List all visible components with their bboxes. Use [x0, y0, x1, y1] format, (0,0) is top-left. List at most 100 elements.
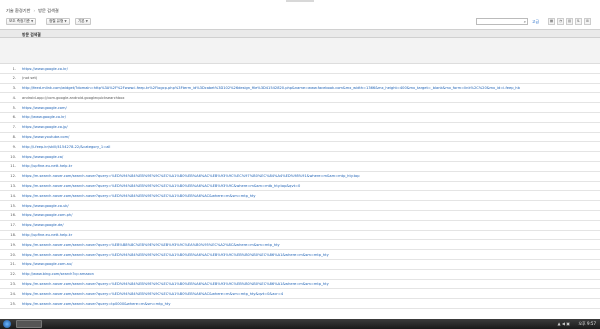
- row-number: 2.: [12, 76, 16, 81]
- pie-view-icon[interactable]: ◔: [557, 18, 564, 25]
- table-row[interactable]: 6. http://www.google.co.kr/: [0, 113, 600, 123]
- column-header-referral[interactable]: 방문 검색결: [22, 32, 41, 38]
- referral-url-link[interactable]: https://www.google.co.kr/: [22, 67, 68, 71]
- system-tray-icons[interactable]: ▲ ◀ ▣: [558, 321, 570, 327]
- chevron-down-icon: ▼: [64, 19, 67, 23]
- table-row[interactable]: 21. https://www.google.com.au/: [0, 260, 600, 270]
- table-row[interactable]: 3. http://feed.mlink.com/widget/?domain=h…: [0, 84, 600, 94]
- table-row[interactable]: 19. https://m.search.naver.com/search.nav…: [0, 240, 600, 251]
- referral-url-link[interactable]: https://www.google.ca/: [22, 155, 63, 159]
- row-number: 23.: [10, 282, 16, 287]
- referral-url-link[interactable]: https://m.search.naver.com/search.naver?…: [22, 302, 170, 306]
- breadcrumb-part-2: 방문 검색결: [38, 8, 59, 13]
- table-row[interactable]: 14. https://m.search.naver.com/search.nav…: [0, 191, 600, 202]
- referral-url-link[interactable]: http://upfine.eu.nett-help.kr: [22, 233, 72, 237]
- row-number: 17.: [10, 223, 16, 228]
- window-top-strip: [0, 0, 600, 6]
- table-row[interactable]: 20. https://m.search.naver.com/search.nav…: [0, 250, 600, 260]
- referral-url-link[interactable]: http://feed.mlink.com/widget/?domain=htt…: [22, 86, 520, 90]
- referral-url-link[interactable]: android-app://com.google.android.googleq…: [22, 96, 124, 100]
- referral-url-link[interactable]: https://m.search.naver.com/search.naver?…: [22, 174, 360, 178]
- referral-url-link[interactable]: https://m.search.naver.com/search.naver?…: [22, 243, 280, 247]
- referral-url-link[interactable]: https://m.search.naver.com/search.naver?…: [22, 282, 329, 286]
- referral-url-link[interactable]: https://m.search.naver.com/search.naver?…: [22, 194, 256, 198]
- table-row[interactable]: 16. https://www.google.com.ph/: [0, 211, 600, 221]
- row-number: 14.: [10, 193, 16, 198]
- clock[interactable]: 오후 9:57: [578, 320, 596, 328]
- table-row[interactable]: 15. https://www.google.co.uk/: [0, 201, 600, 211]
- table-row[interactable]: 12. https://m.search.naver.com/search.nav…: [0, 172, 600, 182]
- referral-url-link[interactable]: https://www.youtube.com/: [22, 135, 69, 139]
- summary-row: [0, 38, 600, 64]
- table-row[interactable]: 17. https://www.google.de/: [0, 221, 600, 231]
- row-number: 20.: [10, 252, 16, 257]
- table-view-icon[interactable]: ▦: [548, 18, 555, 25]
- referral-url-link[interactable]: http://www.google.co.kr/: [22, 115, 66, 119]
- row-number: 4.: [12, 95, 16, 100]
- secondary-dimension-label: 보조 측정기준: [9, 19, 30, 23]
- row-number: 12.: [10, 174, 16, 179]
- row-number: 6.: [12, 115, 16, 120]
- row-number: 8.: [12, 135, 16, 140]
- table-body: 1. https://www.google.co.kr/2. (not set) 3.…: [0, 64, 600, 309]
- table-row[interactable]: 9. http://i-feep.kr/skill/4154278-22/&cat…: [0, 142, 600, 153]
- pivot-view-icon[interactable]: ⊞: [584, 18, 591, 25]
- row-number: 24.: [10, 291, 16, 296]
- row-number: 10.: [10, 154, 16, 159]
- referral-url-link[interactable]: https://m.search.naver.com/search.naver?…: [22, 184, 300, 188]
- row-number: 25.: [10, 301, 16, 306]
- table-row[interactable]: 11. http://upfine.eu.nett-help.kr: [0, 162, 600, 172]
- table-row[interactable]: 8. https://www.youtube.com/: [0, 133, 600, 143]
- breadcrumb-part-1[interactable]: 기술 환경기반: [6, 8, 30, 14]
- default-sort-button[interactable]: 기본▼: [75, 18, 91, 25]
- table-row[interactable]: 5. https://www.google.com/: [0, 103, 600, 113]
- referral-url-link[interactable]: https://www.google.com.au/: [22, 262, 72, 266]
- breadcrumb-separator: ›: [33, 8, 36, 13]
- row-number: 3.: [12, 86, 16, 91]
- search-input[interactable]: ⌕: [476, 18, 528, 25]
- referral-url-link[interactable]: https://www.google.co.jp/: [22, 125, 68, 129]
- referral-url-link[interactable]: https://www.google.de/: [22, 223, 64, 227]
- table-row[interactable]: 25. https://m.search.naver.com/search.nav…: [0, 299, 600, 309]
- table-row[interactable]: 23. https://m.search.naver.com/search.nav…: [0, 280, 600, 290]
- table-row[interactable]: 10. https://www.google.ca/: [0, 152, 600, 162]
- taskbar-app-browser[interactable]: [16, 320, 42, 328]
- start-button-icon[interactable]: [3, 320, 11, 328]
- search-icon[interactable]: ⌕: [524, 19, 526, 24]
- window-tab[interactable]: [286, 0, 314, 2]
- referral-url-link[interactable]: (not set): [22, 76, 37, 80]
- table-row[interactable]: 13. https://m.search.naver.com/search.nav…: [0, 182, 600, 192]
- table-row[interactable]: 24. https://m.search.naver.com/search.nav…: [0, 289, 600, 300]
- table-row[interactable]: 18. http://upfine.eu.nett-help.kr: [0, 231, 600, 241]
- table-header: 방문 검색결: [0, 29, 600, 38]
- table-row[interactable]: 2. (not set): [0, 74, 600, 84]
- referral-url-link[interactable]: https://www.google.com/: [22, 106, 67, 110]
- row-number: 21.: [10, 262, 16, 267]
- bar-view-icon[interactable]: ▥: [566, 18, 573, 25]
- row-number: 22.: [10, 272, 16, 277]
- referral-url-link[interactable]: http://upfine.eu.nett-help.kr: [22, 164, 72, 168]
- clock-time: 오후 9:57: [578, 321, 596, 326]
- row-number: 19.: [10, 242, 16, 247]
- secondary-dimension-button[interactable]: 보조 측정기준▼: [6, 18, 37, 25]
- table-row[interactable]: 1. https://www.google.co.kr/: [0, 64, 600, 74]
- table-row[interactable]: 7. https://www.google.co.jp/: [0, 123, 600, 133]
- referral-url-link[interactable]: https://www.google.co.uk/: [22, 204, 69, 208]
- row-number: 5.: [12, 105, 16, 110]
- sort-type-button[interactable]: 정렬 유형▼: [46, 18, 70, 25]
- row-number: 18.: [10, 233, 16, 238]
- referral-url-link[interactable]: https://www.google.com.ph/: [22, 213, 72, 217]
- row-number: 15.: [10, 203, 16, 208]
- chevron-down-icon: ▼: [85, 19, 88, 23]
- table-row[interactable]: 4. android-app://com.google.android.googl…: [0, 93, 600, 104]
- referral-url-link[interactable]: http://i-feep.kr/skill/4154278-22/&categ…: [22, 145, 110, 149]
- breadcrumb: 기술 환경기반 › 방문 검색결: [6, 8, 59, 14]
- advanced-filter-link[interactable]: 고급: [532, 18, 539, 25]
- chevron-down-icon: ▼: [30, 19, 34, 23]
- referral-url-link[interactable]: http://www.bing.com/search?q=amazon: [22, 272, 94, 276]
- compare-view-icon[interactable]: ⇅: [575, 18, 582, 25]
- referral-url-link[interactable]: https://m.search.naver.com/search.naver?…: [22, 292, 283, 296]
- referral-url-link[interactable]: https://m.search.naver.com/search.naver?…: [22, 253, 329, 257]
- table-row[interactable]: 22. http://www.bing.com/search?q=amazon: [0, 270, 600, 280]
- data-table: 방문 검색결 1. https://www.google.co.kr/2. (not…: [0, 29, 600, 309]
